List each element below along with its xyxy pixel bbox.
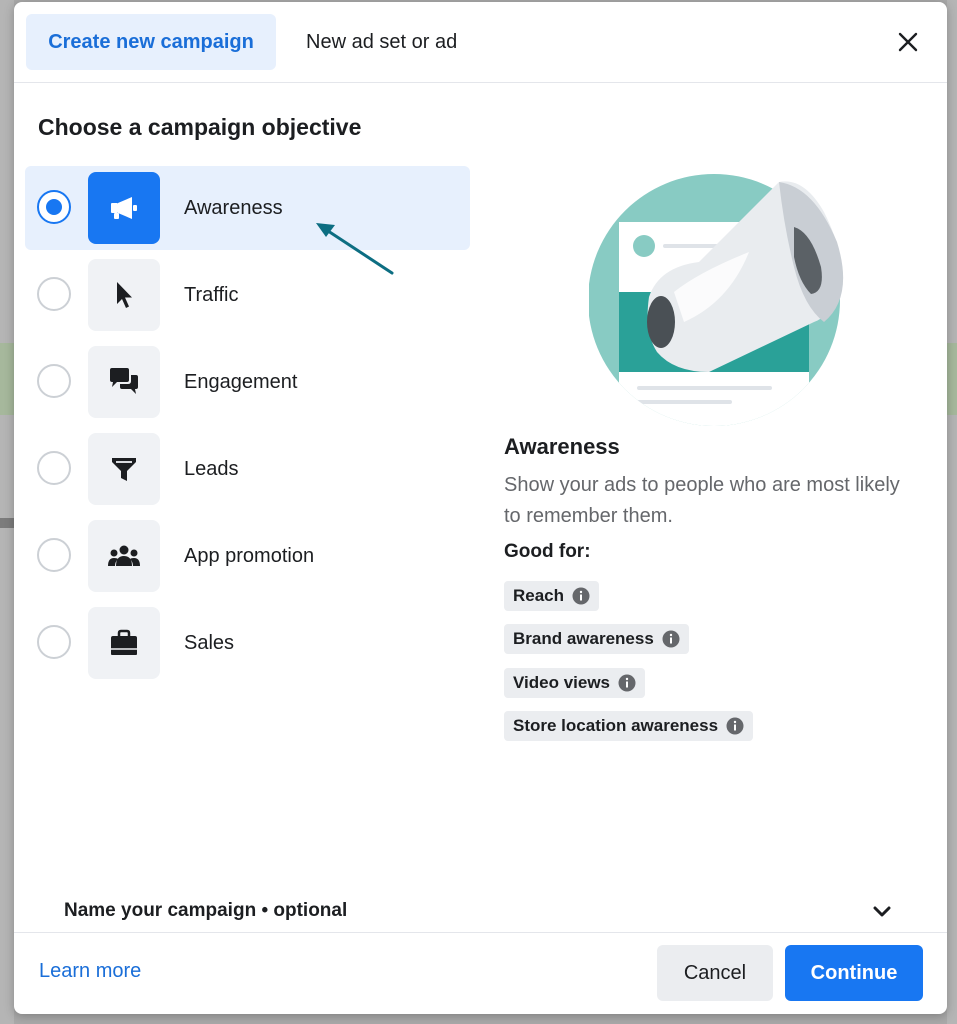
info-icon[interactable]	[618, 674, 636, 692]
objective-label: Leads	[184, 427, 239, 511]
background-right-strip	[947, 0, 957, 1024]
info-icon[interactable]	[572, 587, 590, 605]
dialog-header: Create new campaign New ad set or ad	[14, 2, 947, 83]
radio-leads[interactable]	[37, 451, 71, 485]
awareness-illustration	[589, 172, 854, 432]
create-campaign-dialog: Create new campaign New ad set or ad Cho…	[14, 2, 947, 1014]
chip-label: Brand awareness	[513, 629, 654, 649]
chip-label: Video views	[513, 673, 610, 693]
tab-new-ad-set-or-ad[interactable]: New ad set or ad	[306, 14, 457, 70]
good-for-label: Good for:	[504, 541, 591, 563]
objective-sales[interactable]: Sales	[25, 601, 470, 685]
objective-label: Sales	[184, 601, 234, 685]
tab-create-new-campaign[interactable]: Create new campaign	[26, 14, 276, 70]
objective-leads[interactable]: Leads	[25, 427, 470, 511]
radio-engagement[interactable]	[37, 364, 71, 398]
detail-description: Show your ads to people who are most lik…	[504, 470, 904, 532]
learn-more-link[interactable]: Learn more	[39, 960, 141, 983]
annotation-arrow	[304, 207, 414, 282]
chip-brand-awareness[interactable]: Brand awareness	[504, 624, 689, 654]
chip-store-location-awareness[interactable]: Store location awareness	[504, 711, 753, 741]
page-title: Choose a campaign objective	[38, 114, 361, 141]
close-icon[interactable]	[895, 29, 921, 55]
chevron-down-icon[interactable]	[872, 905, 892, 919]
radio-awareness[interactable]	[37, 190, 71, 224]
objective-label: App promotion	[184, 514, 314, 598]
info-icon[interactable]	[662, 630, 680, 648]
continue-button[interactable]: Continue	[785, 945, 923, 1001]
objective-app-promotion[interactable]: App promotion	[25, 514, 470, 598]
objective-label: Awareness	[184, 166, 283, 250]
objective-label: Traffic	[184, 253, 238, 337]
chat-bubbles-icon	[88, 346, 160, 418]
radio-app-promotion[interactable]	[37, 538, 71, 572]
cancel-button[interactable]: Cancel	[657, 945, 773, 1001]
detail-title: Awareness	[504, 434, 620, 460]
background-row-highlight-right	[947, 343, 957, 415]
background-divider	[0, 518, 14, 528]
megaphone-icon	[88, 172, 160, 244]
radio-selected-dot	[46, 199, 62, 215]
background-left-strip	[0, 0, 14, 1024]
objective-engagement[interactable]: Engagement	[25, 340, 470, 424]
funnel-icon	[88, 433, 160, 505]
radio-sales[interactable]	[37, 625, 71, 659]
radio-traffic[interactable]	[37, 277, 71, 311]
people-icon	[88, 520, 160, 592]
info-icon[interactable]	[726, 717, 744, 735]
shopping-bag-icon	[88, 607, 160, 679]
chip-label: Store location awareness	[513, 716, 718, 736]
objective-label: Engagement	[184, 340, 297, 424]
name-campaign-section[interactable]: Name your campaign • optional	[64, 900, 347, 922]
chip-label: Reach	[513, 586, 564, 606]
cursor-icon	[88, 259, 160, 331]
chip-video-views[interactable]: Video views	[504, 668, 645, 698]
chip-reach[interactable]: Reach	[504, 581, 599, 611]
footer-divider	[14, 932, 947, 933]
background-row-highlight	[0, 343, 14, 415]
